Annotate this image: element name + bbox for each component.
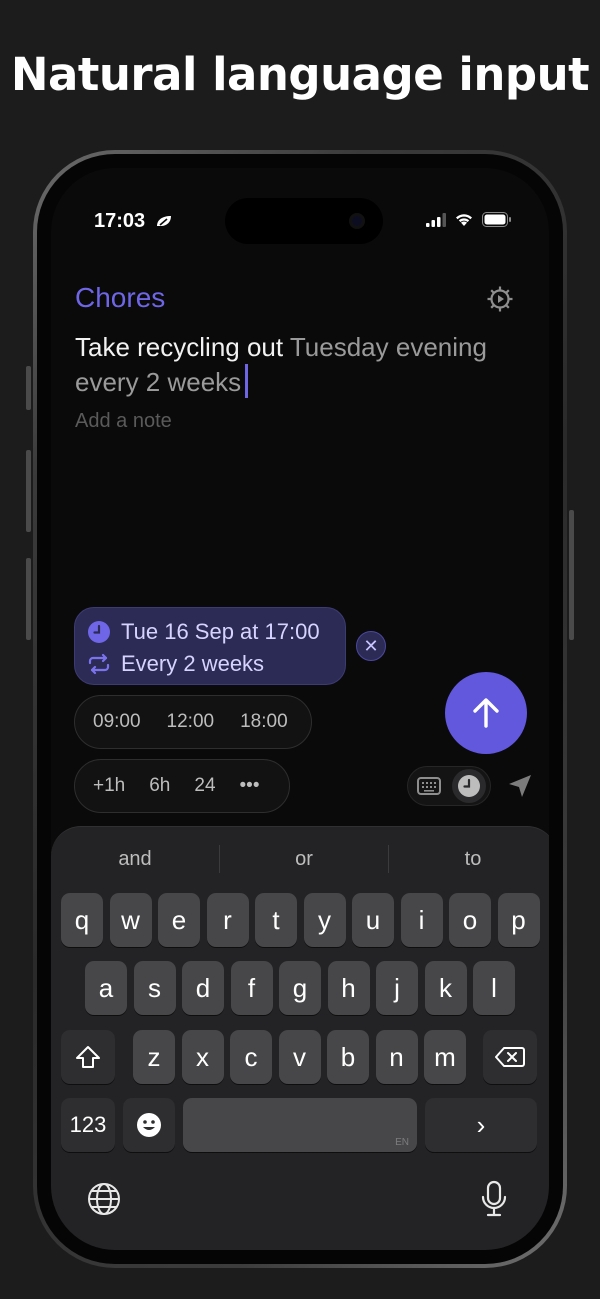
- key-k[interactable]: k: [424, 961, 467, 1015]
- more-options-button[interactable]: •••: [240, 775, 260, 797]
- quick-time-0900[interactable]: 09:00: [93, 711, 141, 733]
- chip-repeat-text: Every 2 weeks: [121, 651, 265, 676]
- clock-icon: [88, 621, 110, 643]
- arrow-up-icon: [473, 698, 499, 728]
- phone-frame: 17:03 Chores Take recycling out Tuesday …: [33, 150, 567, 1268]
- note-field[interactable]: Add a note: [75, 410, 172, 433]
- quick-offset-1h[interactable]: +1h: [93, 775, 125, 797]
- key-d[interactable]: d: [182, 961, 224, 1015]
- key-a[interactable]: a: [85, 961, 127, 1015]
- backspace-icon: [495, 1047, 525, 1067]
- key-e[interactable]: e: [158, 893, 200, 947]
- keyboard-icon: [417, 777, 441, 795]
- key-i[interactable]: i: [400, 893, 443, 947]
- input-mode-toggle: [407, 766, 491, 806]
- key-h[interactable]: h: [327, 961, 370, 1015]
- task-title-input[interactable]: Take recycling out Tuesday evening every…: [75, 330, 515, 399]
- clock-icon: [458, 775, 480, 797]
- key-q[interactable]: q: [61, 893, 103, 947]
- key-t[interactable]: t: [255, 893, 297, 947]
- status-icons: [426, 212, 512, 227]
- key-b[interactable]: b: [327, 1030, 369, 1084]
- repeat-icon: [88, 653, 110, 675]
- time-mode-button[interactable]: [452, 769, 486, 803]
- dynamic-island: [225, 198, 383, 244]
- quick-offset-6h[interactable]: 6h: [149, 775, 170, 797]
- key-p[interactable]: p: [497, 893, 540, 947]
- key-r[interactable]: r: [206, 893, 249, 947]
- sleep-focus-icon: [156, 216, 171, 226]
- chip-date-text: Tue 16 Sep at 17:00: [121, 619, 320, 644]
- suggestion-to[interactable]: to: [389, 841, 549, 877]
- send-button[interactable]: [445, 672, 527, 754]
- action-button: [26, 366, 31, 410]
- date-chip[interactable]: Tue 16 Sep at 17:00 Every 2 weeks: [74, 607, 346, 685]
- key-m[interactable]: m: [424, 1030, 466, 1084]
- space-key[interactable]: EN: [183, 1098, 417, 1152]
- suggestion-or[interactable]: or: [220, 841, 388, 877]
- power-button: [569, 510, 574, 640]
- key-o[interactable]: o: [449, 893, 491, 947]
- volume-down-button: [26, 558, 31, 640]
- key-f[interactable]: f: [230, 961, 273, 1015]
- keyboard: and or to qwertyuiop asdfghjkl zxcvbnm 1…: [51, 826, 549, 1250]
- delete-key[interactable]: [483, 1030, 537, 1084]
- suggestion-bar: and or to: [51, 841, 549, 877]
- phone-screen: 17:03 Chores Take recycling out Tuesday …: [51, 168, 549, 1250]
- key-g[interactable]: g: [279, 961, 321, 1015]
- quick-time-1200[interactable]: 12:00: [167, 711, 215, 733]
- quick-time-1800[interactable]: 18:00: [240, 711, 288, 733]
- key-u[interactable]: u: [352, 893, 394, 947]
- globe-icon[interactable]: [87, 1182, 121, 1216]
- signal-icon: [426, 212, 446, 227]
- volume-up-button: [26, 450, 31, 532]
- quick-times: 09:00 12:00 18:00: [74, 695, 312, 749]
- text-cursor: [245, 364, 249, 398]
- space-language-label: EN: [395, 1137, 409, 1148]
- input-mode-tools: [407, 766, 535, 806]
- emoji-key[interactable]: [123, 1098, 175, 1152]
- key-s[interactable]: s: [133, 961, 176, 1015]
- microphone-icon[interactable]: [481, 1180, 507, 1218]
- quick-offsets: +1h 6h 24 •••: [74, 759, 290, 813]
- key-l[interactable]: l: [473, 961, 515, 1015]
- key-n[interactable]: n: [375, 1030, 418, 1084]
- task-title-text: Take recycling out: [75, 332, 284, 362]
- key-y[interactable]: y: [303, 893, 346, 947]
- settings-gear-icon[interactable]: [485, 284, 515, 314]
- shift-key[interactable]: [61, 1030, 115, 1084]
- status-time: 17:03: [94, 210, 175, 233]
- battery-icon: [482, 212, 511, 227]
- key-j[interactable]: j: [376, 961, 418, 1015]
- suggestion-and[interactable]: and: [51, 841, 219, 877]
- numbers-key[interactable]: 123: [61, 1098, 115, 1152]
- wifi-icon: [456, 214, 472, 226]
- list-name[interactable]: Chores: [75, 282, 165, 314]
- keyboard-mode-button[interactable]: [412, 769, 446, 803]
- key-w[interactable]: w: [109, 893, 152, 947]
- clear-date-button[interactable]: ✕: [356, 631, 386, 661]
- key-x[interactable]: x: [181, 1030, 224, 1084]
- quick-offset-24[interactable]: 24: [194, 775, 215, 797]
- headline: Natural language input: [10, 48, 590, 101]
- key-c[interactable]: c: [230, 1030, 272, 1084]
- return-key[interactable]: ›: [425, 1098, 537, 1152]
- shift-icon: [76, 1046, 100, 1068]
- location-arrow-icon[interactable]: [505, 771, 535, 801]
- emoji-icon: [137, 1113, 161, 1137]
- key-v[interactable]: v: [278, 1030, 321, 1084]
- key-z[interactable]: z: [133, 1030, 175, 1084]
